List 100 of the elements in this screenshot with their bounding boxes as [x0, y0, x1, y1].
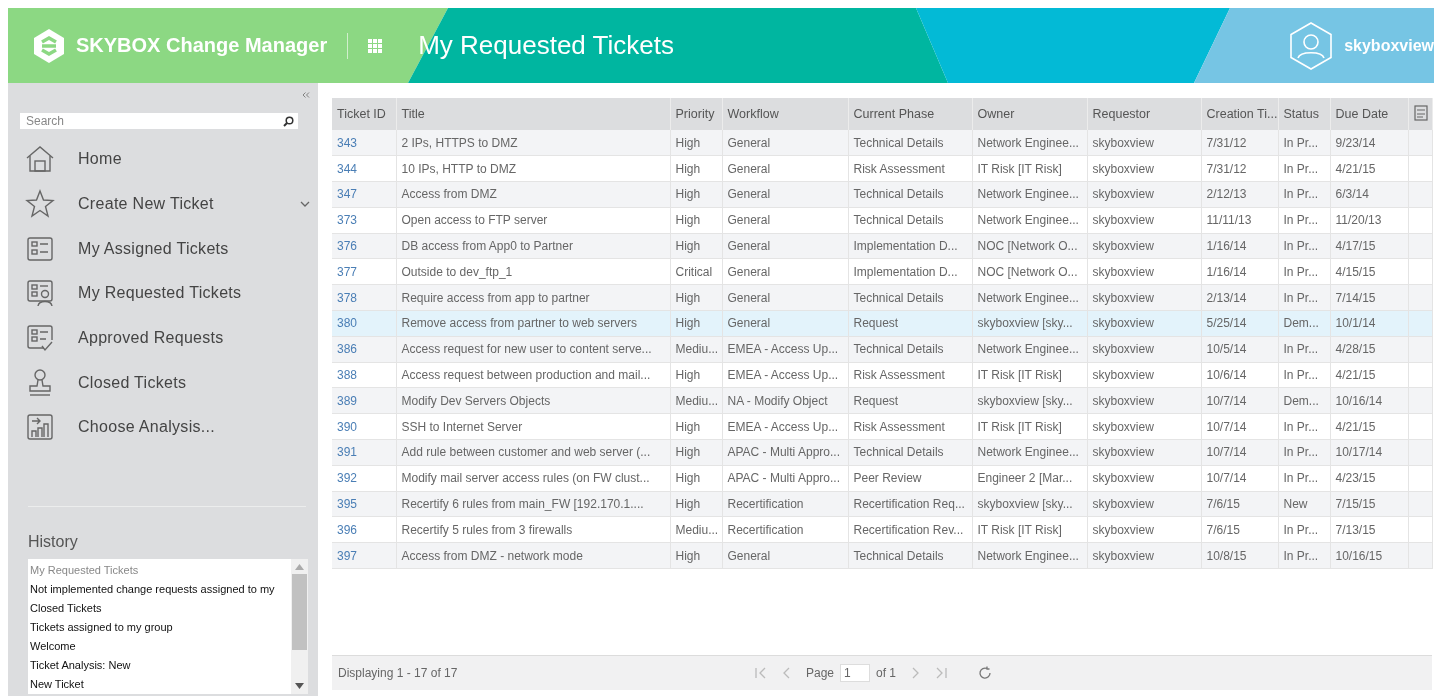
ticket-id-link[interactable]: 392 [337, 471, 358, 486]
table-cell: Recertify 5 rules from 3 firewalls [396, 516, 670, 543]
table-row[interactable]: 377 Outside to dev_ftp_1 Critical General Implementation D... NOC [Network O... skyboxview 1/16/14 In Pr... 4/15/15 [332, 259, 1432, 285]
ticket-id-link[interactable]: 395 [337, 497, 358, 512]
table-row[interactable]: 376 DB access from App0 to Partner High General Implementation D... NOC [Network O... skyboxview 1/16/14 In Pr... 4/17/15 [332, 233, 1432, 259]
table-cell: NA - Modify Object [722, 387, 848, 414]
table-row[interactable]: 347 Access from DMZ High General Technical Details Network Enginee... skyboxview 2/12/13 In Pr... 6/3/14 [332, 181, 1432, 208]
table-cell: 10/5/14 [1201, 336, 1278, 363]
table-cell: 10 IPs, HTTP to DMZ [396, 155, 670, 182]
table-row[interactable]: 397 Access from DMZ - network mode High General Technical Details Network Enginee... skyboxview 10/8/15 In Pr... 10/16/15 [332, 542, 1432, 569]
table-row[interactable]: 390 SSH to Internet Server High EMEA - Access Up... Risk Assessment IT Risk [IT Risk] skyboxview 10/7/14 In Pr... 4/21/15 [332, 413, 1432, 440]
column-header[interactable]: Ticket ID [332, 98, 396, 130]
history-item[interactable]: Not implemented change requests assigned to my [28, 579, 291, 599]
ticket-id-link[interactable]: 388 [337, 368, 358, 383]
scroll-up-icon[interactable] [295, 563, 304, 570]
nav-item[interactable]: Closed Tickets [20, 360, 310, 406]
table-row[interactable]: 391 Add rule between customer and web server (... High APAC - Multi Appro... Technical Details Network Enginee... skyboxview 10/7/14 In Pr... 10/17/14 [332, 439, 1432, 466]
ticket-id-link[interactable]: 380 [337, 316, 358, 331]
table-row[interactable]: 389 Modify Dev Servers Objects Mediu... NA - Modify Object Request skyboxview [sky... skyboxview 10/7/14 Dem... 10/16/14 [332, 387, 1432, 414]
table-cell: In Pr... [1278, 542, 1330, 569]
column-header[interactable]: Due Date [1330, 98, 1408, 130]
csv-export-button[interactable] [1408, 98, 1432, 130]
history-item[interactable]: Ticket Analysis: New [28, 655, 291, 675]
column-header[interactable]: Requestor [1087, 98, 1201, 130]
history-item[interactable]: Tickets assigned to my group [28, 617, 291, 637]
history-item[interactable]: Welcome [28, 636, 291, 656]
table-row[interactable]: 395 Recertify 6 rules from main_FW [192.170.1.... High Recertification Recertification Req... skyboxview [sky... skyboxview 7/6/15 New 7/15/15 [332, 491, 1432, 517]
table-cell: Risk Assessment [848, 155, 972, 182]
table-cell: General [722, 259, 848, 285]
column-header[interactable]: Creation Ti... [1201, 98, 1278, 130]
history-item[interactable]: Closed Tickets [28, 598, 291, 618]
table-cell: Recertification [722, 516, 848, 543]
column-header[interactable]: Owner [972, 98, 1087, 130]
table-row[interactable]: 392 Modify mail server access rules (on FW clust... High APAC - Multi Appro... Peer Review Engineer 2 [Mar... skyboxview 10/7/14 In Pr... 4/23/15 [332, 465, 1432, 492]
scrollbar[interactable] [291, 558, 308, 694]
ticket-id-link[interactable]: 376 [337, 239, 358, 254]
nav-item[interactable]: Home [20, 137, 310, 182]
table-cell: In Pr... [1278, 439, 1330, 466]
csv-export-icon[interactable] [1413, 104, 1428, 121]
history-title: History [28, 532, 79, 551]
table-cell: In Pr... [1278, 259, 1330, 285]
table-cell: skyboxview [1087, 439, 1201, 466]
app-grid-icon[interactable] [368, 38, 383, 53]
first-page-icon[interactable] [754, 666, 768, 680]
table-cell: 10/8/15 [1201, 542, 1278, 569]
table-cell: Recertify 6 rules from main_FW [192.170.1.... [396, 491, 670, 517]
last-page-icon[interactable] [934, 666, 949, 680]
table-row[interactable]: 373 Open access to FTP server High General Technical Details Network Enginee... skyboxview 11/11/13 In Pr... 11/20/13 [332, 207, 1432, 234]
column-header[interactable]: Status [1278, 98, 1330, 130]
column-header[interactable]: Current Phase [848, 98, 972, 130]
ticket-id-link[interactable]: 386 [337, 342, 358, 357]
nav-item[interactable]: Approved Requests [20, 315, 310, 361]
ticket-id-link[interactable]: 343 [337, 135, 358, 150]
nav-item[interactable]: Create New Ticket [20, 181, 310, 227]
ticket-id-link[interactable]: 378 [337, 290, 358, 305]
table-row[interactable]: 388 Access request between production and mail... High EMEA - Access Up... Risk Assessment IT Risk [IT Risk] skyboxview 10/6/14 In Pr... 4/21/15 [332, 362, 1432, 388]
table-row[interactable]: 343 2 IPs, HTTPS to DMZ High General Technical Details Network Enginee... skyboxview 7/31/12 In Pr... 9/23/14 [332, 130, 1432, 156]
column-header[interactable]: Workflow [722, 98, 848, 130]
table-cell: Recertification Req... [848, 491, 972, 517]
table-row[interactable]: 396 Recertify 5 rules from 3 firewalls Mediu... Recertification Recertification Rev... IT Risk [IT Risk] skyboxview 7/6/15 In Pr... 7/13/15 [332, 516, 1432, 543]
nav-item[interactable]: My Requested Tickets [20, 271, 310, 316]
table-cell: Request [848, 387, 972, 414]
table-cell: skyboxview [1087, 233, 1201, 259]
table-cell: IT Risk [IT Risk] [972, 155, 1087, 182]
ticket-id-link[interactable]: 397 [337, 548, 358, 563]
table-cell: Technical Details [848, 439, 972, 466]
collapse-icon[interactable] [302, 92, 310, 98]
table-cell: General [722, 130, 848, 156]
ticket-id-link[interactable]: 391 [337, 445, 358, 460]
history-item[interactable]: New Ticket [28, 674, 291, 694]
table-row[interactable]: 386 Access request for new user to content serve... Mediu... EMEA - Access Up... Technical Details Network Enginee... skyboxview 10/5/14 In Pr... 4/28/15 [332, 336, 1432, 363]
table-cell: APAC - Multi Appro... [722, 439, 848, 466]
page-field[interactable]: 1 [840, 664, 871, 682]
table-cell: 6/3/14 [1330, 181, 1408, 208]
table-row[interactable]: 344 10 IPs, HTTP to DMZ High General Risk Assessment IT Risk [IT Risk] skyboxview 7/31/12 In Pr... 4/21/15 [332, 155, 1432, 182]
table-cell: Access from DMZ [396, 181, 670, 208]
ticket-id-link[interactable]: 373 [337, 213, 358, 228]
ticket-id-link[interactable]: 344 [337, 161, 358, 176]
nav-item[interactable]: Choose Analysis... [20, 405, 310, 450]
table-cell: 10/7/14 [1201, 465, 1278, 492]
ticket-id-link[interactable]: 390 [337, 419, 358, 434]
nav-item[interactable]: My Assigned Tickets [20, 226, 310, 272]
chevron-down-icon[interactable] [300, 201, 310, 208]
ticket-id-link[interactable]: 377 [337, 264, 358, 279]
table-cell: High [670, 362, 722, 388]
ticket-id-link[interactable]: 396 [337, 522, 358, 537]
table-cell: 7/6/15 [1201, 516, 1278, 543]
table-row[interactable]: 380 Remove access from partner to web servers High General Request skyboxview [sky... skyboxview 5/25/14 Dem... 10/1/14 [332, 310, 1432, 337]
column-header[interactable]: Title [396, 98, 670, 130]
ticket-id-link[interactable]: 389 [337, 393, 358, 408]
table-cell: SSH to Internet Server [396, 413, 670, 440]
table-cell: High [670, 413, 722, 440]
table-cell: Modify mail server access rules (on FW clust... [396, 465, 670, 492]
ticket-id-link[interactable]: 347 [337, 187, 358, 202]
column-header[interactable]: Priority [670, 98, 722, 130]
search-icon[interactable] [283, 115, 294, 127]
history-item[interactable]: My Requested Tickets [28, 560, 291, 580]
refresh-icon[interactable] [978, 666, 993, 680]
scroll-down-icon[interactable] [295, 682, 304, 689]
table-row[interactable]: 378 Require access from app to partner High General Technical Details Network Enginee... skyboxview 2/13/14 In Pr... 7/14/15 [332, 284, 1432, 311]
